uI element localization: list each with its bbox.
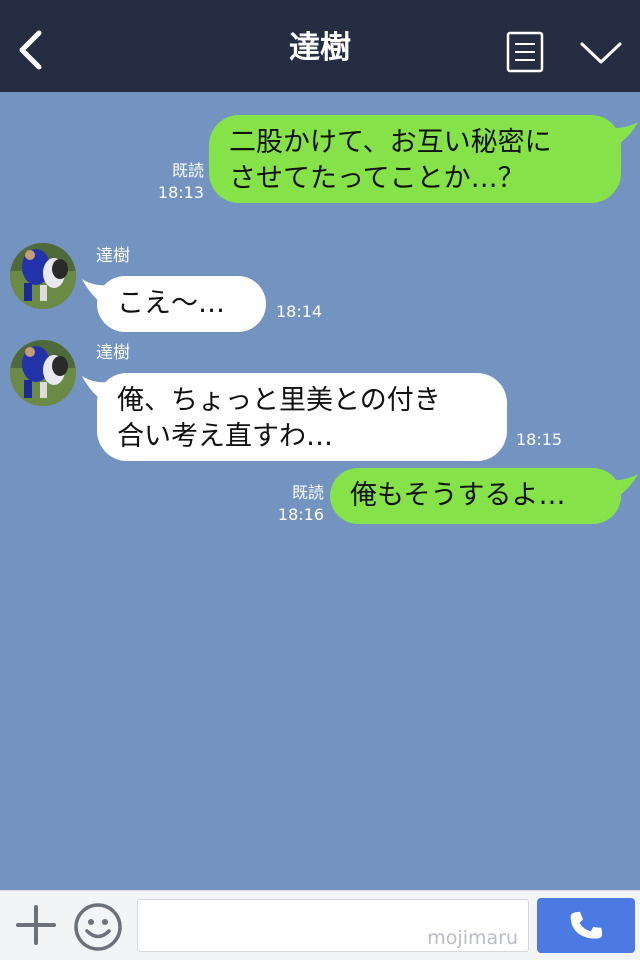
message-text: こえ〜… [117,288,225,319]
chat-area[interactable]: 既読 18:13 二股かけて、お互い秘密に させてたってことか…？ 達樹 こえ〜… [0,92,640,890]
message-input[interactable]: mojimaru [137,899,529,952]
avatar[interactable] [10,340,76,406]
watermark: mojimaru [427,927,518,949]
chat-title: 達樹 [289,30,351,66]
message-meta: 既読 18:16 [270,482,324,526]
message-time: 18:15 [516,430,563,449]
read-receipt: 既読 [291,483,324,502]
message-text: 俺、ちょっと里美との付き [117,385,441,416]
message-text: させてたってことか…？ [229,163,525,194]
chevron-down-icon[interactable] [578,38,624,68]
avatar[interactable] [10,243,76,309]
phone-icon [570,911,603,939]
message-input-bar: mojimaru [0,890,640,960]
message-bubble-received[interactable]: 俺、ちょっと里美との付き 合い考え直すわ… [97,373,507,461]
message-meta: 既読 18:13 [150,160,204,204]
message-text: 二股かけて、お互い秘密に [229,127,552,158]
emoji-icon[interactable] [72,902,124,952]
message-time: 18:16 [277,505,324,524]
message-text: 合い考え直すわ… [117,421,333,452]
message-bubble-received[interactable]: こえ〜… [97,276,266,332]
message-text: 俺もそうするよ… [350,480,566,511]
sender-name: 達樹 [96,343,130,363]
read-receipt: 既読 [171,161,204,180]
message-bubble-sent[interactable]: 俺もそうするよ… [330,468,621,524]
notes-icon[interactable] [506,31,544,73]
plus-icon[interactable] [14,903,58,947]
call-button[interactable] [537,898,635,953]
message-bubble-sent[interactable]: 二股かけて、お互い秘密に させてたってことか…？ [209,115,621,203]
chat-header: 達樹 [0,0,640,92]
message-time: 18:14 [276,302,323,321]
sender-name: 達樹 [96,246,130,266]
message-time: 18:13 [157,183,204,202]
